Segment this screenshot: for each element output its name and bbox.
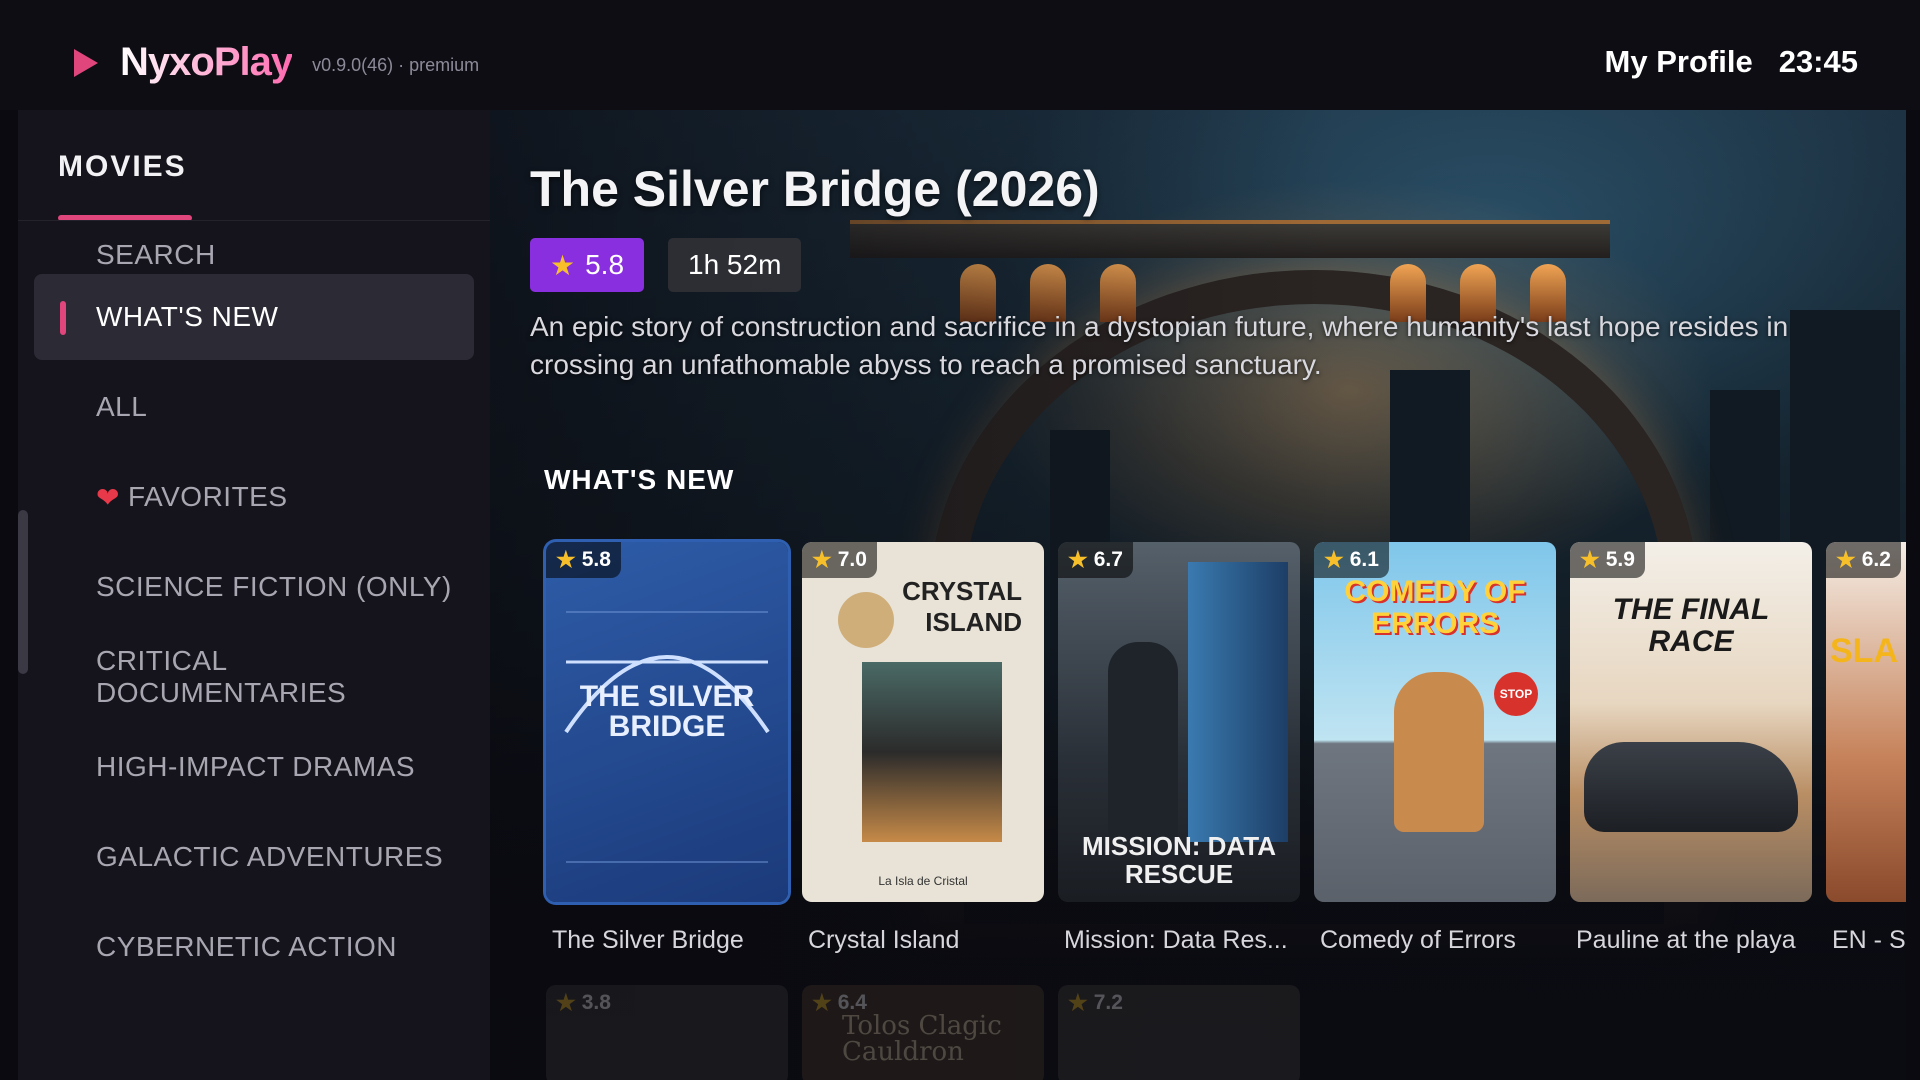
poster-text: CRYSTAL ISLAND bbox=[902, 576, 1022, 637]
card-rating: ★ 6.2 bbox=[1826, 542, 1901, 578]
sidebar-item-label: GALACTIC ADVENTURES bbox=[96, 841, 444, 872]
sidebar: MOVIES SEARCH WHAT'S NEW ALL ❤ FAVORITES … bbox=[18, 110, 490, 1080]
movie-card[interactable]: COMEDY OF ERRORS STOP ★ 6.1 bbox=[1314, 542, 1556, 902]
sidebar-item-science-fiction[interactable]: SCIENCE FICTION (ONLY) bbox=[34, 544, 474, 630]
poster-shape bbox=[862, 662, 1002, 842]
poster-shape bbox=[838, 592, 894, 648]
card-rating: ★ 5.9 bbox=[1570, 542, 1645, 578]
hero-description: An epic story of construction and sacrif… bbox=[530, 311, 1789, 380]
card-rating-value: 5.8 bbox=[581, 548, 611, 571]
rating-value: 5.8 bbox=[585, 249, 625, 280]
row-title: WHAT'S NEW bbox=[544, 464, 735, 495]
movie-card[interactable]: THE FINAL RACE ★ 5.9 bbox=[1570, 542, 1812, 902]
top-bar: NyxoPlay v0.9.0(46) · premium My Profile… bbox=[0, 0, 1920, 110]
star-icon: ★ bbox=[812, 547, 832, 572]
sidebar-item-cybernetic-action[interactable]: CYBERNETIC ACTION bbox=[34, 904, 474, 990]
movie-card[interactable]: SLA ★ 6.2 bbox=[1826, 542, 1906, 902]
poster-text: MISSION: DATA RESCUE bbox=[1081, 831, 1277, 889]
star-icon: ★ bbox=[550, 249, 576, 281]
sidebar-item-label: CYBERNETIC ACTION bbox=[96, 931, 397, 962]
card-title[interactable]: Comedy of Errors bbox=[1320, 926, 1570, 955]
play-icon bbox=[74, 48, 98, 77]
card-rating: ★ 6.1 bbox=[1314, 542, 1389, 578]
card-rating-value: 7.0 bbox=[837, 548, 867, 571]
movie-card[interactable]: ★ 3.8 bbox=[546, 985, 788, 1080]
card-rating: ★ 3.8 bbox=[546, 985, 621, 1021]
sidebar-item-high-impact-dramas[interactable]: HIGH-IMPACT DRAMAS bbox=[34, 724, 474, 810]
movie-card[interactable]: ★ 6.4 Tolos Clagic Cauldron bbox=[802, 985, 1044, 1080]
poster-figure bbox=[1108, 642, 1178, 842]
heart-icon: ❤ bbox=[96, 481, 120, 513]
poster-text: Tolos Clagic Cauldron bbox=[842, 1011, 1002, 1067]
card-rating-value: 5.9 bbox=[1605, 548, 1635, 571]
sidebar-item-label: WHAT'S NEW bbox=[96, 301, 279, 332]
sidebar-item-label: ALL bbox=[96, 391, 148, 422]
poster-shape bbox=[1188, 562, 1288, 842]
poster-car bbox=[1584, 742, 1798, 832]
card-rating: ★ 6.7 bbox=[1058, 542, 1133, 578]
movie-card[interactable]: ★ 7.2 bbox=[1058, 985, 1300, 1080]
poster-text: SLA bbox=[1830, 632, 1898, 670]
sidebar-item-critical-documentaries[interactable]: CRITICAL DOCUMENTARIES bbox=[34, 634, 474, 720]
poster-text: THE SILVER BRIDGE bbox=[579, 680, 755, 743]
sidebar-item-label: CRITICAL DOCUMENTARIES bbox=[96, 645, 347, 708]
movie-card[interactable]: MISSION: DATA RESCUE ★ 6.7 bbox=[1058, 542, 1300, 902]
card-rating-value: 3.8 bbox=[581, 991, 611, 1014]
logo: NyxoPlay v0.9.0(46) · premium bbox=[74, 40, 479, 85]
duration-badge: 1h 52m bbox=[668, 238, 802, 292]
active-indicator bbox=[60, 301, 66, 335]
movie-card[interactable]: THE SILVER BRIDGE ★ 5.8 bbox=[546, 542, 788, 902]
sidebar-item-galactic-adventures[interactable]: GALACTIC ADVENTURES bbox=[34, 814, 474, 900]
card-title[interactable]: The Silver Bridge bbox=[552, 926, 802, 955]
star-icon: ★ bbox=[1068, 547, 1088, 572]
duration-value: 1h 52m bbox=[688, 249, 782, 280]
sidebar-item-label: SCIENCE FICTION (ONLY) bbox=[96, 571, 452, 602]
star-icon: ★ bbox=[1324, 547, 1344, 572]
card-title[interactable]: EN - SI bbox=[1832, 926, 1906, 955]
card-rating: ★ 5.8 bbox=[546, 542, 621, 578]
card-rating-value: 6.1 bbox=[1349, 548, 1379, 571]
poster-figure bbox=[1394, 672, 1484, 832]
card-rating-value: 6.7 bbox=[1093, 548, 1123, 571]
sidebar-item-favorites[interactable]: ❤ FAVORITES bbox=[34, 454, 474, 540]
sidebar-scrollbar[interactable] bbox=[18, 510, 28, 674]
sidebar-item-label: SEARCH bbox=[96, 239, 216, 270]
profile-link[interactable]: My Profile bbox=[1605, 44, 1753, 80]
sidebar-item-whats-new[interactable]: WHAT'S NEW bbox=[34, 274, 474, 360]
star-icon: ★ bbox=[812, 990, 832, 1015]
movie-card[interactable]: CRYSTAL ISLAND La Isla de Cristal ★ 7.0 bbox=[802, 542, 1044, 902]
sidebar-item-label: HIGH-IMPACT DRAMAS bbox=[96, 751, 416, 782]
card-title[interactable]: Pauline at the playa bbox=[1576, 926, 1826, 955]
star-icon: ★ bbox=[1836, 547, 1856, 572]
version-label: v0.9.0(46) · premium bbox=[312, 55, 480, 75]
card-rating: ★ 7.2 bbox=[1058, 985, 1133, 1021]
card-title[interactable]: Mission: Data Res... bbox=[1064, 926, 1314, 955]
hero-banner: The Silver Bridge (2026) ★ 5.8 1h 52m An … bbox=[490, 110, 1906, 1080]
star-icon: ★ bbox=[1580, 547, 1600, 572]
sidebar-item-all[interactable]: ALL bbox=[34, 364, 474, 450]
sidebar-item-label: FAVORITES bbox=[127, 481, 288, 512]
app-name: NyxoPlay bbox=[120, 40, 293, 84]
card-title[interactable]: Crystal Island bbox=[808, 926, 1058, 955]
card-rating-value: 6.2 bbox=[1861, 548, 1891, 571]
clock: 23:45 bbox=[1778, 44, 1858, 79]
card-rating: ★ 7.0 bbox=[802, 542, 877, 578]
card-rating-value: 7.2 bbox=[1093, 991, 1123, 1014]
star-icon: ★ bbox=[556, 547, 576, 572]
star-icon: ★ bbox=[1068, 990, 1088, 1015]
poster-text: COMEDY OF ERRORS bbox=[1344, 575, 1526, 640]
hero-title: The Silver Bridge (2026) bbox=[530, 161, 1100, 217]
poster-subtext: La Isla de Cristal bbox=[878, 874, 968, 888]
poster-text: THE FINAL RACE bbox=[1612, 593, 1770, 658]
stop-sign: STOP bbox=[1494, 672, 1538, 716]
rating-badge: ★ 5.8 bbox=[530, 238, 645, 292]
app-window: NyxoPlay v0.9.0(46) · premium My Profile… bbox=[0, 0, 1920, 1080]
section-title[interactable]: MOVIES bbox=[58, 150, 187, 184]
star-icon: ★ bbox=[556, 990, 576, 1015]
